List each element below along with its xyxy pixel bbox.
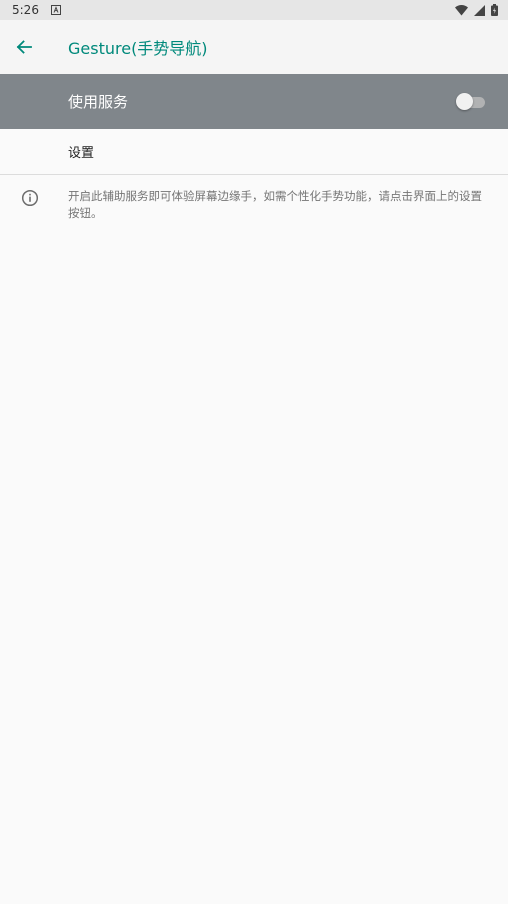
status-right [455,4,498,16]
service-toggle[interactable] [456,92,486,111]
master-switch-bar[interactable]: 使用服务 [0,74,508,129]
wifi-icon [455,4,468,16]
arrow-back-icon [16,39,32,55]
status-time: 5:26 [12,3,39,17]
settings-item[interactable]: 设置 [0,129,508,175]
battery-icon [491,4,498,16]
toggle-thumb [456,92,473,110]
master-switch-label: 使用服务 [68,93,129,111]
status-left: 5:26 [12,3,61,17]
app-bar: Gesture(手势导航) [0,20,508,74]
page-title: Gesture(手势导航) [68,39,208,58]
back-button[interactable] [0,23,48,71]
info-section: 开启此辅助服务即可体验屏幕边缘手，如需个性化手势功能，请点击界面上的设置按钮。 [0,176,508,222]
signal-icon [474,4,485,16]
info-text: 开启此辅助服务即可体验屏幕边缘手，如需个性化手势功能，请点击界面上的设置按钮。 [68,189,482,220]
settings-item-label: 设置 [68,146,95,161]
status-bar: 5:26 [0,0,508,20]
notification-a-icon [50,5,61,15]
